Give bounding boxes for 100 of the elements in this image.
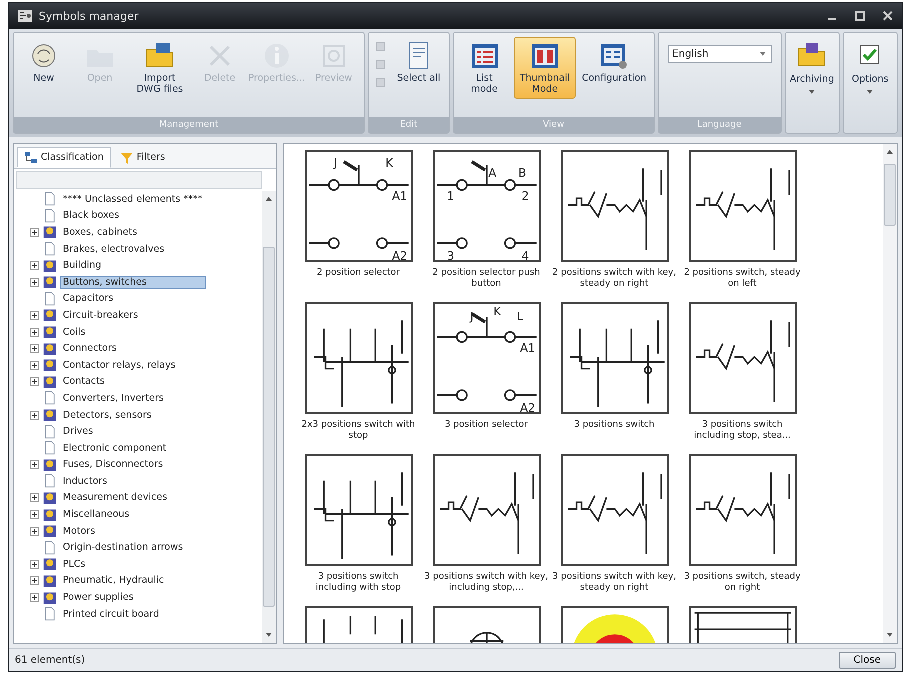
expand-icon[interactable] [30, 560, 39, 569]
expand-icon[interactable] [30, 410, 39, 420]
tree-item[interactable]: Measurement devices [60, 491, 170, 504]
scrollbar[interactable] [883, 144, 897, 643]
tree-item[interactable]: Drives [60, 425, 96, 438]
document-icon [43, 474, 57, 488]
document-icon [43, 441, 57, 456]
symbol-thumbnail[interactable] [560, 302, 668, 414]
app-icon [17, 8, 33, 24]
ribbon-button[interactable]: Archiving [784, 32, 840, 134]
document-icon [43, 391, 57, 406]
symbol-thumbnail[interactable] [560, 454, 668, 566]
scroll-up-icon[interactable] [886, 148, 894, 156]
window-title: Symbols manager [39, 10, 139, 22]
folder-icon [43, 458, 57, 472]
maximize-icon[interactable] [854, 10, 866, 22]
caret-icon [866, 88, 874, 96]
document-icon [43, 242, 57, 256]
tree-item[interactable]: Miscellaneous [60, 508, 133, 522]
symbol-thumbnail[interactable]: A B 1 2 3 4 [432, 150, 540, 262]
scrollbar[interactable] [262, 191, 276, 643]
group-label: Management [14, 117, 364, 133]
tree-item[interactable]: Origin-destination arrows [60, 541, 186, 554]
expand-icon[interactable] [30, 576, 39, 586]
hierarchy-icon [24, 150, 38, 164]
close-button[interactable]: Close [838, 652, 896, 668]
ribbon-button[interactable]: Options [842, 32, 898, 134]
schematic-drawing: A B 1 2 3 4 [436, 160, 538, 260]
symbol-thumbnail[interactable] [304, 454, 412, 566]
scroll-thumb[interactable] [884, 164, 896, 226]
expand-icon[interactable] [30, 310, 39, 320]
folder-icon [43, 258, 57, 273]
tree-item[interactable]: Pneumatic, Hydraulic [60, 574, 168, 588]
symbol-caption: 2 positions switch with key, steady on right [552, 268, 676, 290]
tree-item[interactable]: Contactor relays, relays [60, 358, 179, 372]
tree-item[interactable]: Circuit-breakers [60, 308, 142, 322]
ribbon-button[interactable]: Thumbnail Mode [514, 37, 576, 99]
tree-item[interactable]: **** Unclassed elements **** [60, 192, 206, 206]
folder-icon [43, 490, 57, 505]
tree-item[interactable]: Inductors [60, 474, 110, 488]
tree-item[interactable]: Power supplies [60, 591, 137, 604]
tree-item[interactable]: Contacts [60, 375, 108, 388]
folder-icon [43, 325, 57, 340]
expand-icon[interactable] [30, 360, 39, 370]
tree-item[interactable]: Detectors, sensors [60, 408, 155, 422]
scroll-down-icon[interactable] [265, 631, 273, 639]
symbol-thumbnail[interactable] [560, 150, 668, 262]
expand-icon[interactable] [30, 526, 39, 536]
expand-icon[interactable] [30, 493, 39, 502]
tree-item[interactable]: Coils [60, 326, 89, 339]
ribbon-button[interactable]: New [17, 37, 71, 88]
tree-item[interactable]: Buttons, switches [60, 276, 206, 289]
panel-tab[interactable]: Filters [112, 147, 172, 168]
scroll-down-icon[interactable] [886, 631, 894, 639]
expand-icon[interactable] [30, 344, 39, 354]
expand-icon[interactable] [30, 261, 39, 270]
scroll-thumb[interactable] [263, 247, 275, 607]
folder-icon [43, 408, 57, 422]
expand-icon[interactable] [30, 278, 39, 287]
tree-item[interactable]: Fuses, Disconnectors [60, 458, 166, 472]
tree-item[interactable]: Building [60, 259, 105, 272]
tree-item[interactable]: Converters, Inverters [60, 392, 167, 405]
symbol-thumbnail[interactable] [688, 454, 796, 566]
symbol-caption: 2 position selector [316, 268, 402, 279]
document-icon [43, 540, 57, 555]
folder-icon [43, 374, 57, 389]
expand-icon[interactable] [30, 593, 39, 602]
document-icon [43, 192, 57, 206]
tree-item[interactable]: Connectors [60, 342, 120, 356]
scroll-up-icon[interactable] [265, 195, 273, 203]
symbol-thumbnail[interactable] [688, 150, 796, 262]
tree-item[interactable]: Motors [60, 524, 98, 538]
ribbon-button[interactable]: Select all [392, 37, 446, 88]
tree-item[interactable]: PLCs [60, 558, 89, 571]
group-label: Language [658, 117, 781, 133]
folder-icon [43, 590, 57, 605]
expand-icon[interactable] [30, 377, 39, 386]
tree-item[interactable]: Printed circuit board [60, 608, 162, 621]
close-icon[interactable] [882, 10, 894, 22]
ribbon-button[interactable]: Configuration [578, 37, 651, 88]
tree-item[interactable]: Electronic component [60, 442, 170, 455]
ribbon-button[interactable]: List mode [456, 37, 512, 99]
tree-item[interactable]: Black boxes [60, 209, 122, 222]
expand-icon[interactable] [30, 510, 39, 520]
expand-icon[interactable] [30, 228, 39, 237]
language-dropdown[interactable]: English [668, 45, 772, 63]
symbol-thumbnail[interactable] [304, 302, 412, 414]
symbol-caption: 3 positions switch with key, steady on right [552, 572, 676, 594]
ribbon-button[interactable]: Import DWG files [129, 37, 191, 99]
tree-item[interactable]: Capacitors [60, 292, 117, 306]
panel-tab[interactable]: Classification [17, 147, 111, 168]
expand-icon[interactable] [30, 460, 39, 470]
caret-icon [758, 50, 767, 58]
tree-item[interactable]: Boxes, cabinets [60, 226, 140, 239]
symbol-caption: 3 positions switch including with stop [314, 572, 402, 594]
symbol-thumbnail[interactable] [432, 454, 540, 566]
symbol-thumbnail[interactable] [688, 302, 796, 414]
expand-icon[interactable] [30, 328, 39, 337]
symbol-caption: 2 position selector push button [432, 268, 542, 290]
tree-item[interactable]: Brakes, electrovalves [60, 242, 168, 256]
